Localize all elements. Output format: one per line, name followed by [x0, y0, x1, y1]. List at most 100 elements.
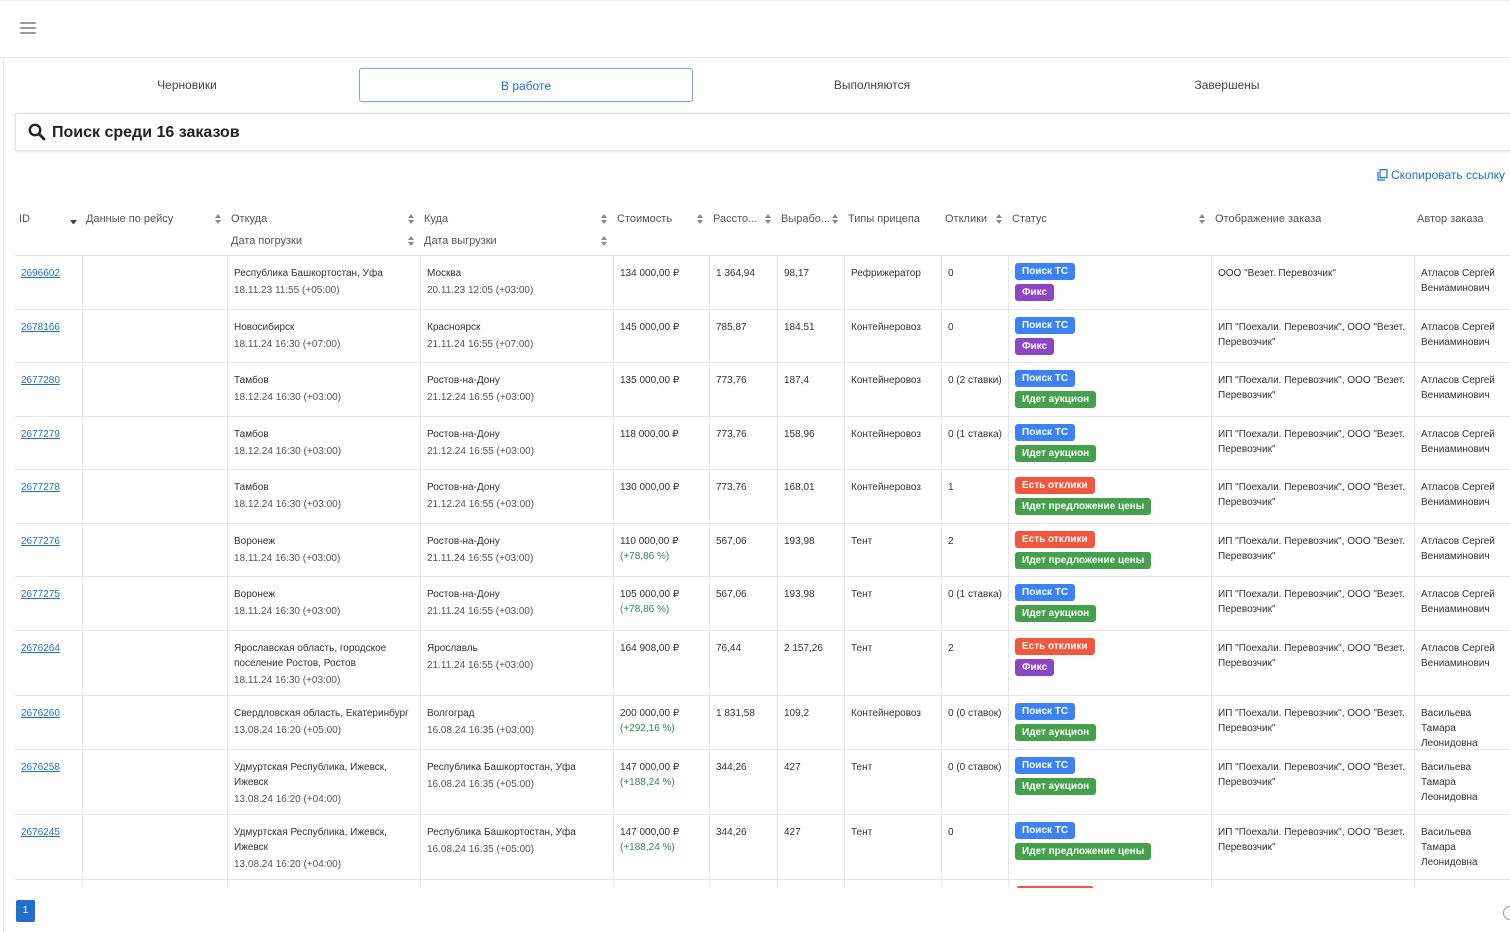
cost-percent: (+78,86 %)	[620, 604, 670, 615]
order-id-link[interactable]: 2676245	[21, 827, 60, 838]
order-id-link[interactable]: 2677280	[21, 375, 60, 386]
copy-link-button[interactable]: Скопировать ссылку	[1377, 168, 1505, 182]
order-id-link[interactable]: 2676260	[21, 708, 60, 719]
table-row: 2677276 Воронеж 18.11.24 16:30 (+03:00) Рос…	[15, 524, 1510, 577]
cell-status: Поиск ТС Идет аукцион	[1009, 417, 1212, 469]
header-id[interactable]: ID	[19, 213, 30, 225]
order-id-link[interactable]: 2676258	[21, 762, 60, 773]
sort-icon[interactable]	[408, 236, 415, 246]
cell-from: Ярославская область, городское поселение…	[228, 631, 421, 695]
pagination-page-1[interactable]: 1	[16, 900, 35, 922]
cell-resp: 0 (0 ставок)	[942, 696, 1009, 749]
tab-completed[interactable]: Завершены	[1051, 68, 1403, 102]
order-id-link[interactable]: 2677278	[21, 482, 60, 493]
header-responses[interactable]: Отклики	[945, 213, 987, 225]
search-input[interactable]	[52, 120, 1452, 146]
cell-dist-value: 1 364,94	[716, 268, 755, 279]
cell-status: Есть отклики Идет предложение цены	[1009, 524, 1212, 576]
header-author[interactable]: Автор заказа	[1417, 213, 1484, 225]
cell-trip	[83, 256, 228, 309]
cell-to: Волгоград 16.08.24 16:35 (+03:00)	[421, 696, 614, 749]
cell-cost: 200 000,00 ₽ (+292,16 %)	[614, 696, 710, 749]
status-badge: Есть отклики	[1015, 638, 1095, 655]
load-date: 18.11.24 16:30 (+03:00)	[234, 606, 341, 617]
cell-from: Тамбов 18.12.24 16:30 (+03:00)	[228, 363, 421, 416]
cell-cost	[614, 880, 710, 887]
sort-icon[interactable]	[601, 214, 608, 224]
table-row: 2677275 Воронеж 18.11.24 16:30 (+03:00) Рос…	[15, 577, 1510, 631]
copy-link-label: Скопировать ссылку	[1391, 168, 1506, 182]
cell-cost: 145 000,00 ₽	[614, 310, 710, 362]
order-id-link[interactable]: 2677275	[21, 589, 60, 600]
order-id-link[interactable]: 2678166	[21, 322, 60, 333]
cost-value: 118 000,00 ₽	[620, 429, 679, 440]
cell-trip	[83, 417, 228, 469]
cell-dist: 567,06	[710, 577, 778, 630]
cell-to: Красноярск 21.11.24 16:55 (+07:00)	[421, 310, 614, 362]
cell-trailer	[845, 880, 942, 887]
cell-to-city: Ярославль	[427, 643, 478, 654]
cell-trip	[83, 577, 228, 630]
order-id-link[interactable]: 2696602	[21, 268, 60, 279]
cell-trailer-value: Тент	[851, 589, 873, 600]
cell-dist: 76,44	[710, 631, 778, 695]
header-from[interactable]: Откуда	[231, 213, 267, 225]
order-id-link[interactable]: 2677276	[21, 536, 60, 547]
scroll-corner-icon[interactable]	[1503, 906, 1510, 920]
cell-trailer-value: Тент	[851, 827, 873, 838]
header-trailer[interactable]: Типы прицепа	[848, 213, 920, 225]
order-id-link[interactable]: 2676264	[21, 643, 60, 654]
cell-cost: 118 000,00 ₽	[614, 417, 710, 469]
header-unload-date[interactable]: Дата выгрузки	[424, 235, 497, 247]
cell-dist: 773,76	[710, 470, 778, 523]
hamburger-menu-icon[interactable]	[20, 22, 36, 36]
tab-in-work[interactable]: В работе	[359, 68, 693, 102]
cell-out: 193,98	[778, 577, 845, 630]
cell-trailer-value: Контейнеровоз	[851, 322, 921, 333]
cell-cost: 110 000,00 ₽ (+78,86 %)	[614, 524, 710, 576]
header-display[interactable]: Отображение заказа	[1215, 213, 1321, 225]
unload-date: 21.11.24 16:55 (+03:00)	[427, 606, 534, 617]
cell-dist-value: 773,76	[716, 375, 747, 386]
header-status[interactable]: Статус	[1012, 213, 1047, 225]
cell-to-city: Республика Башкортостан, Уфа	[427, 762, 576, 773]
header-load-date[interactable]: Дата погрузки	[231, 235, 302, 247]
cell-display: ИП "Поехали. Перевозчик", ООО "Везет. Пе…	[1212, 631, 1415, 695]
sort-icon[interactable]	[215, 214, 222, 224]
tab-drafts[interactable]: Черновики	[15, 68, 359, 102]
cell-resp-value: 0 (2 ставки)	[948, 375, 1002, 386]
cell-dist-value: 773,76	[716, 482, 747, 493]
status-badge: Поиск ТС	[1015, 370, 1076, 387]
sort-desc-icon[interactable]	[70, 220, 77, 225]
table-row: 2678166 Новосибирск 18.11.24 16:30 (+07:00…	[15, 310, 1510, 363]
cell-resp: 0	[942, 815, 1009, 879]
cell-from-city: Тамбов	[234, 482, 269, 493]
sort-icon[interactable]	[765, 214, 772, 224]
cell-cost: 134 000,00 ₽	[614, 256, 710, 309]
cell-from: Удмуртская Республика, Ижевск, Ижевск 13.…	[228, 750, 421, 814]
load-date: 18.11.24 16:30 (+07:00)	[234, 339, 341, 350]
cell-author-value: Атласов Сергей Вениаминович	[1421, 482, 1495, 508]
sort-icon[interactable]	[601, 236, 608, 246]
header-cost[interactable]: Стоимость	[617, 213, 672, 225]
sort-icon[interactable]	[697, 214, 704, 224]
cell-from: Свердловская область, Екатеринбург 13.08.…	[228, 696, 421, 749]
cell-dist-value: 76,44	[716, 643, 742, 654]
sort-icon[interactable]	[832, 214, 839, 224]
cell-trailer-value: Контейнеровоз	[851, 708, 921, 719]
cell-resp-value: 0 (0 ставок)	[948, 708, 1002, 719]
cell-trip	[83, 880, 228, 887]
cell-trailer: Рефрижератор	[845, 256, 942, 309]
cell-display-value: ИП "Поехали. Перевозчик", ООО "Везет. Пе…	[1218, 708, 1405, 734]
header-to[interactable]: Куда	[424, 213, 448, 225]
header-output[interactable]: Вырабо...	[781, 213, 830, 225]
header-distance[interactable]: Рассто...	[713, 213, 757, 225]
sort-icon[interactable]	[1199, 214, 1206, 224]
cell-to-city: Республика Башкортостан, Уфа	[427, 827, 576, 838]
sort-icon[interactable]	[996, 214, 1003, 224]
header-trip-data[interactable]: Данные по рейсу	[86, 213, 173, 225]
cost-value: 200 000,00 ₽	[620, 708, 680, 719]
sort-icon[interactable]	[408, 214, 415, 224]
tab-executing[interactable]: Выполняются	[693, 68, 1051, 102]
order-id-link[interactable]: 2677279	[21, 429, 60, 440]
